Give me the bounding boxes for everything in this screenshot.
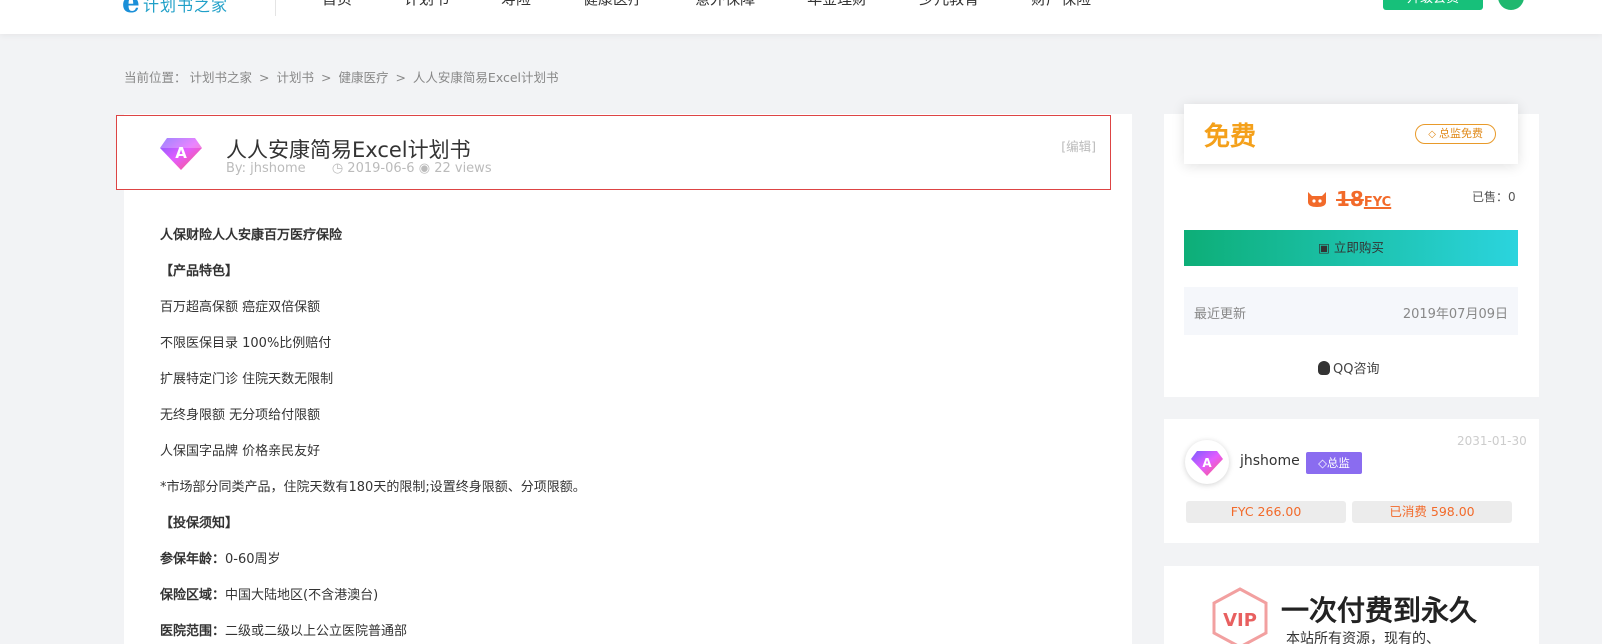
field-value: 0-60周岁	[225, 552, 281, 567]
old-price: 18FYC	[1336, 187, 1392, 211]
article-meta: By: jhshome ◷ 2019-06-6 ◉ 22 views	[226, 161, 492, 176]
field-label: 保险区域：	[160, 588, 226, 603]
free-label: 免费	[1204, 122, 1257, 152]
breadcrumb-prefix: 当前位置：	[124, 70, 187, 85]
nav-item-plans[interactable]: 计划书	[404, 0, 449, 9]
svg-text:A: A	[175, 144, 187, 162]
article-title: 人人安康简易Excel计划书	[226, 138, 471, 162]
eye-icon: ◉	[418, 161, 431, 176]
breadcrumb-link-home[interactable]: 计划书之家	[190, 70, 253, 85]
svg-text:VIP: VIP	[1223, 610, 1257, 631]
site-logo-icon[interactable]: e	[122, 0, 140, 19]
article-paragraph: *市场部分同类产品，住院天数有180天的限制;设置终身限额、分项限额。	[160, 480, 586, 495]
article-paragraph: 【产品特色】	[160, 264, 239, 279]
card-icon: ▣	[1318, 240, 1334, 255]
breadcrumb-separator: >	[259, 70, 270, 85]
article-field: 参保年龄：0-60周岁	[160, 542, 1060, 578]
nav-item-home[interactable]: 首页	[322, 0, 352, 9]
vip-free-badge[interactable]: ◇ 总监免费	[1415, 124, 1496, 144]
article-field: 医院范围：二级或二级以上公立医院普通部	[160, 614, 1060, 644]
clock-icon: ◷	[331, 161, 344, 176]
upgrade-button[interactable]: 升级会员	[1383, 0, 1483, 10]
sold-count: 已售：0	[1472, 190, 1516, 204]
field-value: 中国大陆地区(不含港澳台)	[225, 588, 379, 603]
price-box: 免费 ◇ 总监免费	[1184, 104, 1518, 164]
nav-item-accident[interactable]: 意外保障	[695, 0, 755, 9]
vip-headline: 一次付费到永久	[1281, 594, 1478, 627]
edit-link[interactable]: [编辑]	[1061, 136, 1096, 155]
user-avatar[interactable]	[1498, 0, 1524, 10]
spent-stat: 已消费 598.00	[1352, 501, 1512, 523]
qq-consult-link[interactable]: QQ咨询	[1318, 358, 1379, 377]
article-body: 人保财险人人安康百万医疗保险 【产品特色】 百万超高保额 癌症双倍保额 不限医保…	[160, 218, 1060, 644]
article-date: 2019-06-6	[347, 161, 415, 176]
field-label: 医院范围：	[160, 624, 226, 639]
article-paragraph: 人保国字品牌 价格亲民友好	[160, 444, 321, 459]
nav-item-annuity[interactable]: 年金理财	[807, 0, 867, 9]
vip-subtext: 本站所有资源，现有的、	[1286, 631, 1440, 644]
author-avatar[interactable]: A	[1185, 440, 1229, 484]
nav-item-education[interactable]: 少儿教育	[919, 0, 979, 9]
buy-now-button[interactable]: ▣ 立即购买	[1184, 230, 1518, 266]
breadcrumb-link-health[interactable]: 健康医疗	[338, 70, 388, 85]
article-field: 保险区域：中国大陆地区(不含港澳台)	[160, 578, 1060, 614]
diamond-icon: ◇	[1428, 129, 1436, 140]
field-label: 参保年龄：	[160, 552, 226, 567]
nav-menu: 首页 计划书 寿险 健康医疗 意外保障 年金理财 少儿教育 财产保险	[322, 0, 1143, 9]
article-paragraph: 无终身限额 无分项给付限额	[160, 408, 321, 423]
qq-icon	[1318, 361, 1330, 375]
diamond-a-icon: A	[1191, 451, 1223, 476]
article-views: 22 views	[434, 161, 492, 176]
article-paragraph: 【投保须知】	[160, 516, 239, 531]
author-card-date: 2031-01-30	[1457, 434, 1527, 448]
author-name[interactable]: jhshome	[1240, 453, 1300, 469]
breadcrumb: 当前位置： 计划书之家 > 计划书 > 健康医疗 > 人人安康简易Excel计划书	[124, 67, 562, 86]
article-paragraph: 百万超高保额 癌症双倍保额	[160, 300, 321, 315]
cat-icon	[1308, 192, 1326, 207]
vip-hexagon-icon: VIP	[1212, 587, 1268, 644]
nav-divider	[275, 0, 276, 16]
breadcrumb-separator: >	[395, 70, 406, 85]
article-paragraph: 扩展特定门诊 住院天数无限制	[160, 372, 334, 387]
svg-text:A: A	[1202, 456, 1212, 470]
field-value: 二级或二级以上公立医院普通部	[225, 624, 408, 639]
article-paragraph: 不限医保目录 100%比例赔付	[160, 336, 332, 351]
site-logo-text[interactable]: 计划书之家	[143, 0, 228, 16]
article-paragraph: 人保财险人人安康百万医疗保险	[160, 228, 343, 243]
last-update-box: 最近更新 2019年07月09日	[1184, 287, 1518, 335]
nav-item-health[interactable]: 健康医疗	[583, 0, 643, 9]
fyc-stat: FYC 266.00	[1186, 501, 1346, 523]
diamond-a-icon: A	[160, 138, 202, 170]
last-update-label: 最近更新	[1194, 307, 1247, 322]
breadcrumb-separator: >	[320, 70, 332, 85]
last-update-date: 2019年07月09日	[1402, 307, 1508, 322]
article-header: A 人人安康简易Excel计划书 By: jhshome ◷ 2019-06-6…	[116, 115, 1111, 190]
breadcrumb-link-plans[interactable]: 计划书	[276, 70, 314, 85]
article-author[interactable]: By: jhshome	[226, 161, 306, 176]
director-badge: ◇总监	[1306, 452, 1362, 474]
breadcrumb-current: 人人安康简易Excel计划书	[412, 70, 559, 85]
nav-item-life[interactable]: 寿险	[501, 0, 531, 9]
nav-item-property[interactable]: 财产保险	[1031, 0, 1091, 9]
diamond-icon: ◇	[1318, 456, 1327, 470]
top-nav: e 计划书之家 首页 计划书 寿险 健康医疗 意外保障 年金理财 少儿教育 财产…	[0, 0, 1602, 34]
